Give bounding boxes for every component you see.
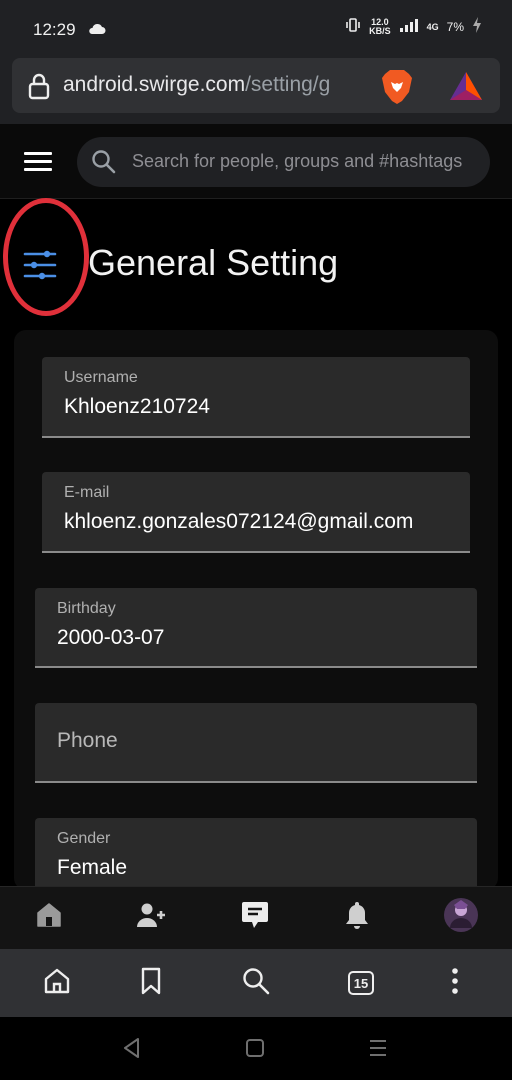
phone-placeholder: Phone	[57, 729, 118, 752]
phone-field[interactable]: Phone	[35, 703, 477, 783]
browser-search-button[interactable]	[226, 949, 286, 1017]
search-placeholder: Search for people, groups and #hashtags	[132, 151, 463, 171]
home-icon	[35, 901, 63, 934]
network-type: 4G	[426, 21, 439, 32]
email-label: E-mail	[64, 484, 110, 501]
hamburger-menu-icon[interactable]	[24, 152, 52, 172]
birthday-label: Birthday	[57, 600, 116, 617]
status-time: 12:29	[33, 20, 76, 39]
browser-home-button[interactable]	[27, 949, 87, 1017]
home-square-icon[interactable]	[245, 1038, 265, 1063]
lock-icon[interactable]	[27, 72, 51, 105]
username-field[interactable]: Username Khloenz210724	[42, 357, 470, 438]
bookmark-button[interactable]	[121, 949, 181, 1017]
email-field[interactable]: E-mail khloenz.gonzales072124@gmail.com	[42, 472, 470, 553]
vibrate-icon	[345, 17, 361, 36]
nav-profile[interactable]	[431, 886, 491, 949]
search-icon	[242, 967, 270, 1000]
speed-unit: KB/S	[369, 25, 391, 36]
brave-lion-icon[interactable]	[380, 68, 414, 111]
bookmark-icon	[140, 967, 162, 1000]
birthday-field[interactable]: Birthday 2000-03-07	[35, 588, 477, 668]
recents-icon[interactable]	[368, 1039, 388, 1062]
battery-charging-icon	[472, 17, 482, 36]
back-icon[interactable]	[120, 1036, 144, 1065]
status-icons: 12.0 KB/S 4G 7%	[345, 17, 482, 36]
cloud-icon	[88, 22, 106, 40]
nav-home[interactable]	[19, 886, 79, 949]
url-domain: android.swirge.com	[63, 73, 246, 96]
url-path: /setting/g	[245, 73, 331, 96]
bat-rewards-icon[interactable]	[448, 70, 484, 107]
signal-icon	[399, 18, 419, 35]
tab-count: 15	[348, 971, 374, 995]
bell-icon	[344, 900, 370, 935]
gender-field[interactable]: Gender Female	[35, 818, 477, 890]
email-value: khloenz.gonzales072124@gmail.com	[64, 510, 414, 533]
gender-value: Female	[57, 856, 128, 879]
page-title: General Setting	[88, 242, 339, 283]
home-icon	[43, 967, 71, 1000]
birthday-value: 2000-03-07	[57, 626, 165, 649]
username-value: Khloenz210724	[64, 395, 210, 418]
nav-friends[interactable]	[121, 886, 181, 949]
nav-messages[interactable]	[225, 886, 285, 949]
add-user-icon	[136, 902, 166, 933]
avatar	[443, 897, 479, 938]
browser-menu-button[interactable]	[425, 949, 485, 1017]
more-vertical-icon	[451, 967, 459, 999]
messages-icon	[241, 900, 269, 935]
battery-level: 7%	[446, 19, 464, 34]
highlight-circle	[3, 198, 89, 316]
network-speed: 12.0 KB/S	[369, 17, 391, 36]
tabs-button[interactable]: 15	[331, 949, 391, 1017]
url-text[interactable]: android.swirge.com/setting/g	[63, 73, 363, 97]
nav-notifications[interactable]	[327, 886, 387, 949]
username-label: Username	[64, 369, 138, 386]
gender-label: Gender	[57, 830, 111, 847]
search-icon	[91, 149, 117, 180]
